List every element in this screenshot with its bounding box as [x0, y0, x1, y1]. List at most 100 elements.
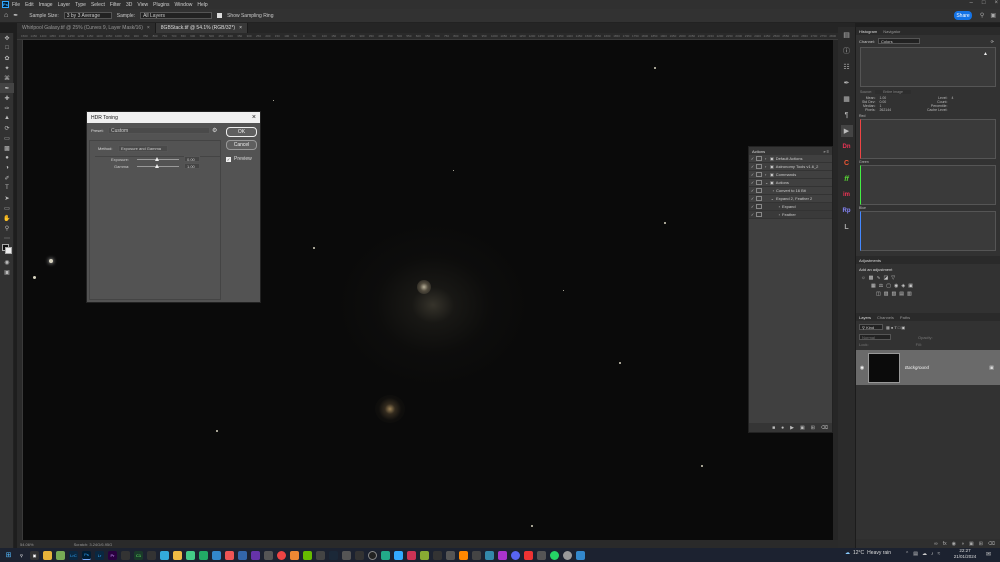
sample-select[interactable]: All Layers — [140, 12, 213, 19]
plugin-c-icon[interactable]: C — [841, 157, 853, 169]
layer-name[interactable]: Background — [905, 365, 929, 370]
chevron-right-icon[interactable]: › — [765, 204, 780, 209]
checkmark-icon[interactable]: ✓ — [749, 188, 756, 193]
dialog-toggle[interactable] — [756, 156, 762, 161]
dialog-toggle[interactable] — [756, 212, 762, 217]
posterize-icon[interactable]: ▧ — [884, 291, 889, 297]
close-icon[interactable]: × — [147, 25, 150, 31]
action-step-row[interactable]: ✓ › Expand — [749, 203, 832, 211]
zoom-level[interactable]: 54.06% — [20, 542, 34, 547]
menu-filter[interactable]: Filter — [110, 2, 121, 8]
menu-edit[interactable]: Edit — [25, 2, 34, 8]
app-icon[interactable] — [485, 550, 494, 560]
menu-view[interactable]: View — [137, 2, 148, 8]
blend-mode-select[interactable]: Normal — [859, 334, 891, 340]
new-layer-icon[interactable]: ⊞ — [979, 541, 983, 547]
app-icon[interactable] — [160, 550, 169, 560]
panel-menu-icon[interactable]: » ≡ — [823, 149, 829, 154]
maximize-icon[interactable]: □ — [982, 0, 986, 6]
chevron-right-icon[interactable]: › — [765, 188, 774, 193]
vibrance-icon[interactable]: ▽ — [891, 275, 895, 281]
quick-mask-icon[interactable]: ◉ — [0, 257, 14, 267]
color-balance-icon[interactable]: ⚖ — [879, 283, 883, 289]
tab-paths[interactable]: Paths — [900, 315, 910, 320]
photoshop-icon[interactable]: Ps — [82, 550, 91, 560]
preview-checkbox[interactable]: ✓ — [226, 156, 231, 162]
home-icon[interactable]: ⌂ — [4, 12, 8, 19]
method-select[interactable]: Exposure and Gamma — [118, 145, 168, 152]
curves-icon[interactable]: ∿ — [876, 275, 880, 281]
app-icon[interactable] — [238, 550, 247, 560]
healing-brush-icon[interactable]: ✚ — [0, 93, 14, 103]
volume-icon[interactable]: ♪ — [931, 551, 934, 557]
chevron-down-icon[interactable]: ⌄ — [765, 196, 774, 201]
action-step-row[interactable]: ✓ › Feather — [749, 211, 832, 219]
gear-icon[interactable]: ⚙ — [212, 127, 217, 134]
actions-icon[interactable]: ▶ — [840, 125, 853, 137]
chevron-up-icon[interactable]: ⌃ — [905, 551, 909, 557]
tab-whirlpool[interactable]: Whirlpool Galaxy.tif @ 25% (Curves 9, La… — [17, 23, 156, 33]
menu-type[interactable]: Type — [75, 2, 86, 8]
fx-icon[interactable]: fx — [943, 541, 947, 547]
wifi-icon[interactable]: ≈ — [937, 551, 940, 557]
marquee-tool-icon[interactable]: □ — [0, 43, 14, 53]
plugin-im-icon[interactable]: im — [841, 189, 853, 201]
app-icon[interactable] — [212, 550, 221, 560]
action-row[interactable]: ✓ › Convert to 16 Bit — [749, 187, 832, 195]
app-icon[interactable] — [498, 550, 507, 560]
info-icon[interactable]: ⓘ — [841, 45, 853, 57]
move-tool-icon[interactable]: ✥ — [0, 33, 14, 43]
checkmark-icon[interactable]: ✓ — [749, 164, 756, 169]
pen-tool-icon[interactable]: ✐ — [0, 173, 14, 183]
checkmark-icon[interactable]: ✓ — [749, 196, 756, 201]
app-icon[interactable] — [524, 550, 533, 560]
dialog-toggle[interactable] — [756, 204, 762, 209]
search-icon[interactable]: ⚲ — [980, 12, 984, 19]
minimize-icon[interactable]: – — [970, 0, 973, 6]
app-icon[interactable] — [576, 550, 585, 560]
history-icon[interactable]: ▤ — [841, 29, 853, 41]
gamma-slider-handle[interactable] — [155, 164, 159, 168]
app-icon[interactable] — [290, 550, 299, 560]
channel-mixer-icon[interactable]: ◈ — [901, 283, 905, 289]
app-icon[interactable] — [173, 550, 182, 560]
tab-adjustments[interactable]: Adjustments — [859, 258, 881, 263]
app-icon[interactable] — [563, 550, 572, 560]
app-icon[interactable] — [407, 550, 416, 560]
record-icon[interactable]: ● — [781, 425, 784, 431]
action-set-row[interactable]: ✓ › ▣ Default Actions — [749, 155, 832, 163]
app-icon[interactable] — [368, 550, 377, 560]
magic-wand-icon[interactable]: ✦ — [0, 63, 14, 73]
layer-row-background[interactable]: ◉ Background ▣ — [856, 350, 1000, 385]
checkmark-icon[interactable]: ✓ — [749, 204, 756, 209]
action-set-row[interactable]: ✓ ⌄ ▣ Actions — [749, 179, 832, 187]
taskview-icon[interactable]: ▣ — [30, 550, 39, 560]
plugin-ff-icon[interactable]: ff — [841, 173, 853, 185]
cloud-icon[interactable]: ☁ — [922, 551, 927, 557]
close-icon[interactable]: × — [252, 114, 256, 121]
vlc-icon[interactable] — [459, 550, 468, 560]
shape-tool-icon[interactable]: ▭ — [0, 203, 14, 213]
chrome-icon[interactable] — [277, 550, 286, 560]
app-icon[interactable] — [433, 550, 442, 560]
app-icon[interactable] — [355, 550, 364, 560]
stamp-tool-icon[interactable]: ▲ — [0, 113, 14, 123]
dialog-toggle[interactable] — [756, 172, 762, 177]
link-icon[interactable]: ∞ — [934, 541, 938, 547]
sampling-ring-checkbox[interactable] — [217, 13, 223, 18]
chevron-right-icon[interactable]: › — [765, 212, 780, 217]
lightroom-classic-icon[interactable]: LrC — [69, 550, 78, 560]
menu-help[interactable]: Help — [197, 2, 207, 8]
exposure-icon[interactable]: ◪ — [884, 275, 889, 281]
exposure-input[interactable]: 0.00 — [184, 156, 200, 162]
gradient-tool-icon[interactable]: ▩ — [0, 143, 14, 153]
menu-image[interactable]: Image — [39, 2, 53, 8]
file-explorer-icon[interactable] — [43, 550, 52, 560]
menu-select[interactable]: Select — [91, 2, 105, 8]
adjustment-layer-icon[interactable]: ◑ — [961, 541, 964, 547]
swatches-icon[interactable]: ▦ — [841, 93, 853, 105]
channel-select[interactable]: Colors — [878, 38, 921, 44]
more-tools-icon[interactable]: ⋯ — [0, 233, 14, 243]
app-icon[interactable] — [251, 550, 260, 560]
whatsapp-icon[interactable] — [550, 550, 559, 560]
